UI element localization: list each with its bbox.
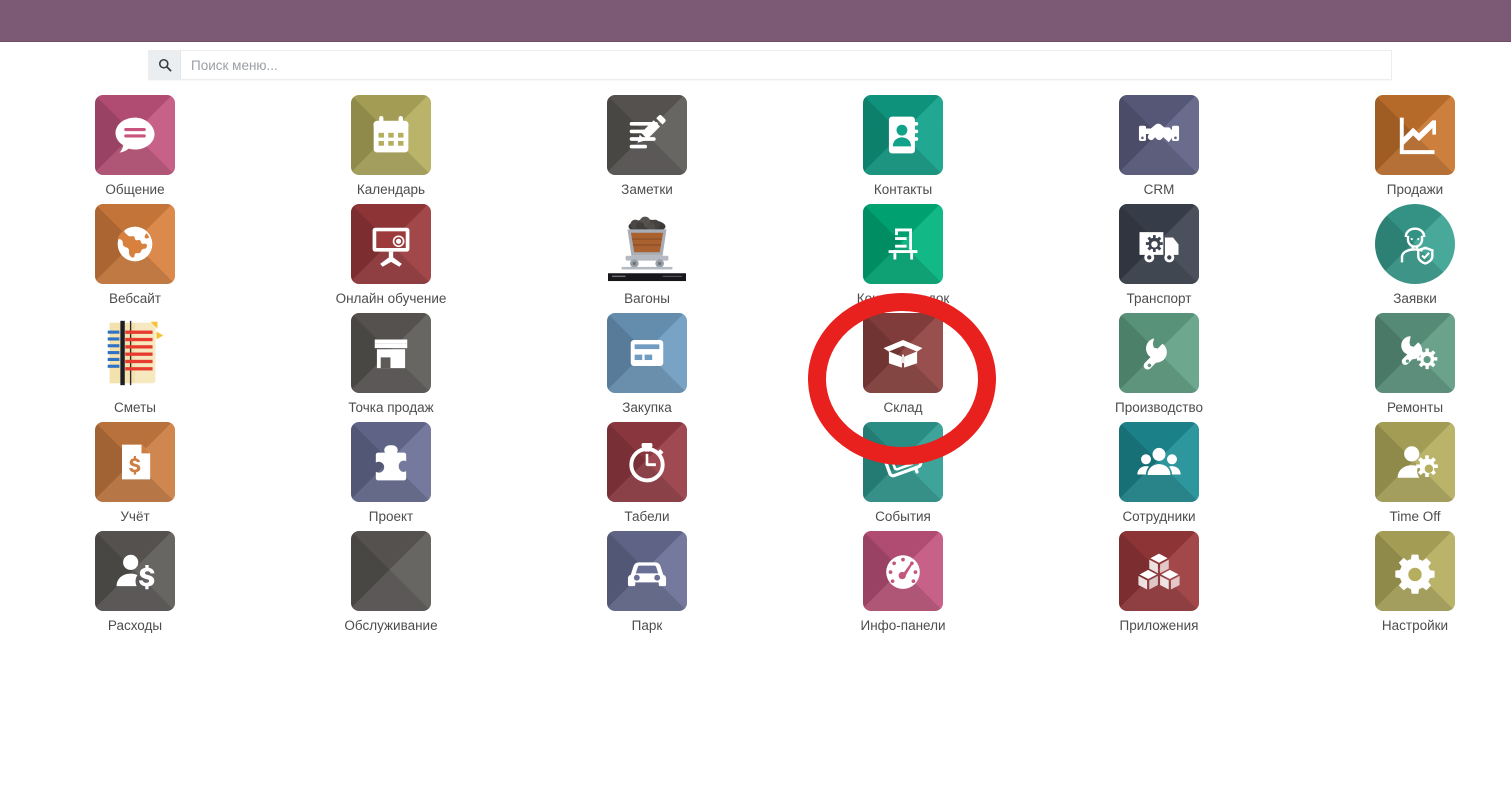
tile-sheen	[351, 531, 431, 611]
people-group-icon[interactable]	[1119, 422, 1199, 502]
app-tile[interactable]: Сотрудники	[1031, 422, 1287, 531]
globe-icon[interactable]	[95, 204, 175, 284]
top-navbar	[0, 0, 1511, 42]
app-tile-label: Ремонты	[1386, 400, 1444, 415]
app-tile-label: Транспорт	[1126, 291, 1192, 306]
app-grid: Общение Календарь Заметки Контакты CRM Продаж…	[0, 95, 1511, 640]
address-book-icon[interactable]	[863, 95, 943, 175]
app-tile[interactable]: Общение	[7, 95, 263, 204]
app-tile-label: Настройки	[1381, 618, 1449, 633]
app-tile-label: Заметки	[621, 182, 673, 197]
mine-cart-icon[interactable]	[607, 204, 687, 284]
app-tile-label: События	[875, 509, 931, 524]
stopwatch-icon[interactable]	[607, 422, 687, 502]
app-tile-label: Продажи	[1386, 182, 1444, 197]
app-launcher-page: Общение Календарь Заметки Контакты CRM Продаж…	[0, 0, 1511, 796]
app-tile-label: Сотрудники	[1122, 509, 1196, 524]
app-tile[interactable]: Продажи	[1287, 95, 1511, 204]
app-tile[interactable]: Парк	[519, 531, 775, 640]
diadoc-logo-icon[interactable]	[863, 204, 943, 284]
app-tile-label: Вебсайт	[109, 291, 161, 306]
app-tile-label: Приложения	[1119, 618, 1199, 633]
app-tile-label: Точка продаж	[348, 400, 434, 415]
search-input[interactable]	[181, 51, 1391, 79]
search-button[interactable]	[149, 51, 181, 79]
app-tile-label: Календарь	[356, 182, 426, 197]
app-tile-label: Расходы	[107, 618, 163, 633]
ticket-icon[interactable]	[863, 422, 943, 502]
app-tile[interactable]: Точка продаж	[263, 313, 519, 422]
app-tile-label: Проект	[368, 509, 414, 524]
app-tile[interactable]: Табели	[519, 422, 775, 531]
person-dollar-icon[interactable]	[95, 531, 175, 611]
app-tile-label: Сметы	[114, 400, 156, 415]
app-tile[interactable]: Ремонты	[1287, 313, 1511, 422]
app-tile-label: Вагоны	[624, 291, 670, 306]
app-tile-label: Учёт	[120, 509, 150, 524]
app-tile[interactable]: Обслуживание	[263, 531, 519, 640]
app-tile[interactable]: Вебсайт	[7, 204, 263, 313]
app-tile[interactable]: Настройки	[1287, 531, 1511, 640]
app-tile-label: Производство	[1114, 400, 1204, 415]
app-tile-label: Онлайн обучение	[335, 291, 447, 306]
app-tile[interactable]: Приложения	[1031, 531, 1287, 640]
app-tile[interactable]: Закупка	[519, 313, 775, 422]
app-tile-label: Заявки	[1393, 291, 1437, 306]
app-tile[interactable]: Склад	[775, 313, 1031, 422]
app-tile[interactable]: Контур.Диадок	[775, 204, 1031, 313]
app-tile-label: Обслуживание	[344, 618, 438, 633]
chart-growth-icon[interactable]	[1375, 95, 1455, 175]
elearning-board-icon[interactable]	[351, 204, 431, 284]
app-tile[interactable]: CRM	[1031, 95, 1287, 204]
field-service-icon[interactable]	[1375, 204, 1455, 284]
app-tile[interactable]: Календарь	[263, 95, 519, 204]
dashboard-gauge-icon[interactable]	[863, 531, 943, 611]
app-tile-label: Табели	[624, 509, 670, 524]
app-tile-label: CRM	[1143, 182, 1175, 197]
app-tile[interactable]: Инфо-панели	[775, 531, 1031, 640]
purchase-card-icon[interactable]	[607, 313, 687, 393]
app-tile-label: Общение	[105, 182, 165, 197]
app-tile-label: Time Off	[1389, 509, 1441, 524]
storefront-icon[interactable]	[351, 313, 431, 393]
open-box-icon[interactable]	[863, 313, 943, 393]
wrench-gear-icon[interactable]	[1375, 313, 1455, 393]
maintenance-icon[interactable]	[351, 531, 431, 611]
app-tile[interactable]: Транспорт	[1031, 204, 1287, 313]
app-tile[interactable]: Сметы	[7, 313, 263, 422]
app-tile[interactable]: Заявки	[1287, 204, 1511, 313]
chat-bubble-icon[interactable]	[95, 95, 175, 175]
app-tile-label: Инфо-панели	[860, 618, 946, 633]
app-tile-label: Склад	[883, 400, 923, 415]
cubes-icon[interactable]	[1119, 531, 1199, 611]
person-gear-icon[interactable]	[1375, 422, 1455, 502]
invoice-dollar-icon[interactable]	[95, 422, 175, 502]
app-tile[interactable]: Производство	[1031, 313, 1287, 422]
search-icon	[158, 58, 171, 72]
app-tile[interactable]: Учёт	[7, 422, 263, 531]
wrench-icon[interactable]	[1119, 313, 1199, 393]
app-tile[interactable]: Вагоны	[519, 204, 775, 313]
app-tile-label: Парк	[631, 618, 663, 633]
puzzle-piece-icon[interactable]	[351, 422, 431, 502]
app-tile[interactable]: Расходы	[7, 531, 263, 640]
gear-icon[interactable]	[1375, 531, 1455, 611]
app-tile-label: Контур.Диадок	[856, 291, 950, 306]
note-pencil-icon[interactable]	[607, 95, 687, 175]
app-tile[interactable]: Контакты	[775, 95, 1031, 204]
menu-search-bar[interactable]	[148, 50, 1392, 80]
estimate-sheet-icon[interactable]	[95, 313, 175, 393]
app-tile[interactable]: События	[775, 422, 1031, 531]
app-tile[interactable]: Онлайн обучение	[263, 204, 519, 313]
app-tile-label: Контакты	[873, 182, 933, 197]
app-tile[interactable]: Заметки	[519, 95, 775, 204]
app-tile[interactable]: Проект	[263, 422, 519, 531]
app-tile-label: Закупка	[622, 400, 672, 415]
calendar-icon[interactable]	[351, 95, 431, 175]
handshake-icon[interactable]	[1119, 95, 1199, 175]
truck-gear-icon[interactable]	[1119, 204, 1199, 284]
app-tile[interactable]: Time Off	[1287, 422, 1511, 531]
car-icon[interactable]	[607, 531, 687, 611]
